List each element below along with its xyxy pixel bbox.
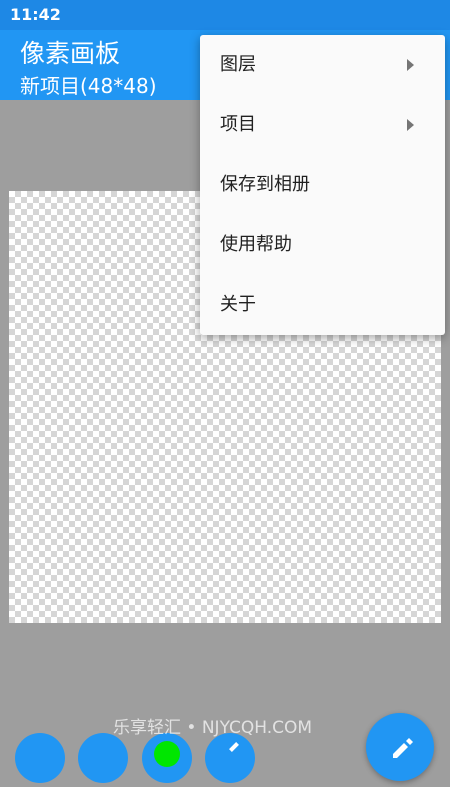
menu-item-label: 图层 [220,54,256,75]
pencil-icon [393,738,413,758]
current-color-swatch [154,741,180,767]
menu-item-label: 保存到相册 [220,174,310,195]
tool-button-1[interactable] [15,733,65,783]
menu-item-layers[interactable]: 图层 [200,35,445,95]
tool-button-4[interactable] [205,733,255,783]
status-time: 11:42 [10,5,61,24]
watermark: 乐享轻汇 • NJYCQH.COM [113,718,313,738]
tool-button-2[interactable] [78,733,128,783]
menu-item-label: 关于 [220,294,256,315]
menu-item-about[interactable]: 关于 [200,275,445,335]
menu-item-help[interactable]: 使用帮助 [200,215,445,275]
status-bar: 11:42 [0,0,450,30]
app-title: 像素画板 [20,39,121,68]
overflow-menu: 图层 项目 保存到相册 使用帮助 关于 [200,35,445,335]
menu-item-label: 使用帮助 [220,234,292,255]
color-picker-button[interactable] [142,733,192,783]
menu-item-save-to-album[interactable]: 保存到相册 [200,155,445,215]
submenu-arrow-icon [407,119,414,131]
submenu-arrow-icon [407,59,414,71]
project-subtitle: 新项目(48*48) [20,74,157,98]
menu-item-project[interactable]: 项目 [200,95,445,155]
draw-fab-button[interactable] [366,713,434,781]
pen-tool-icon [229,742,239,752]
menu-item-label: 项目 [220,114,256,135]
